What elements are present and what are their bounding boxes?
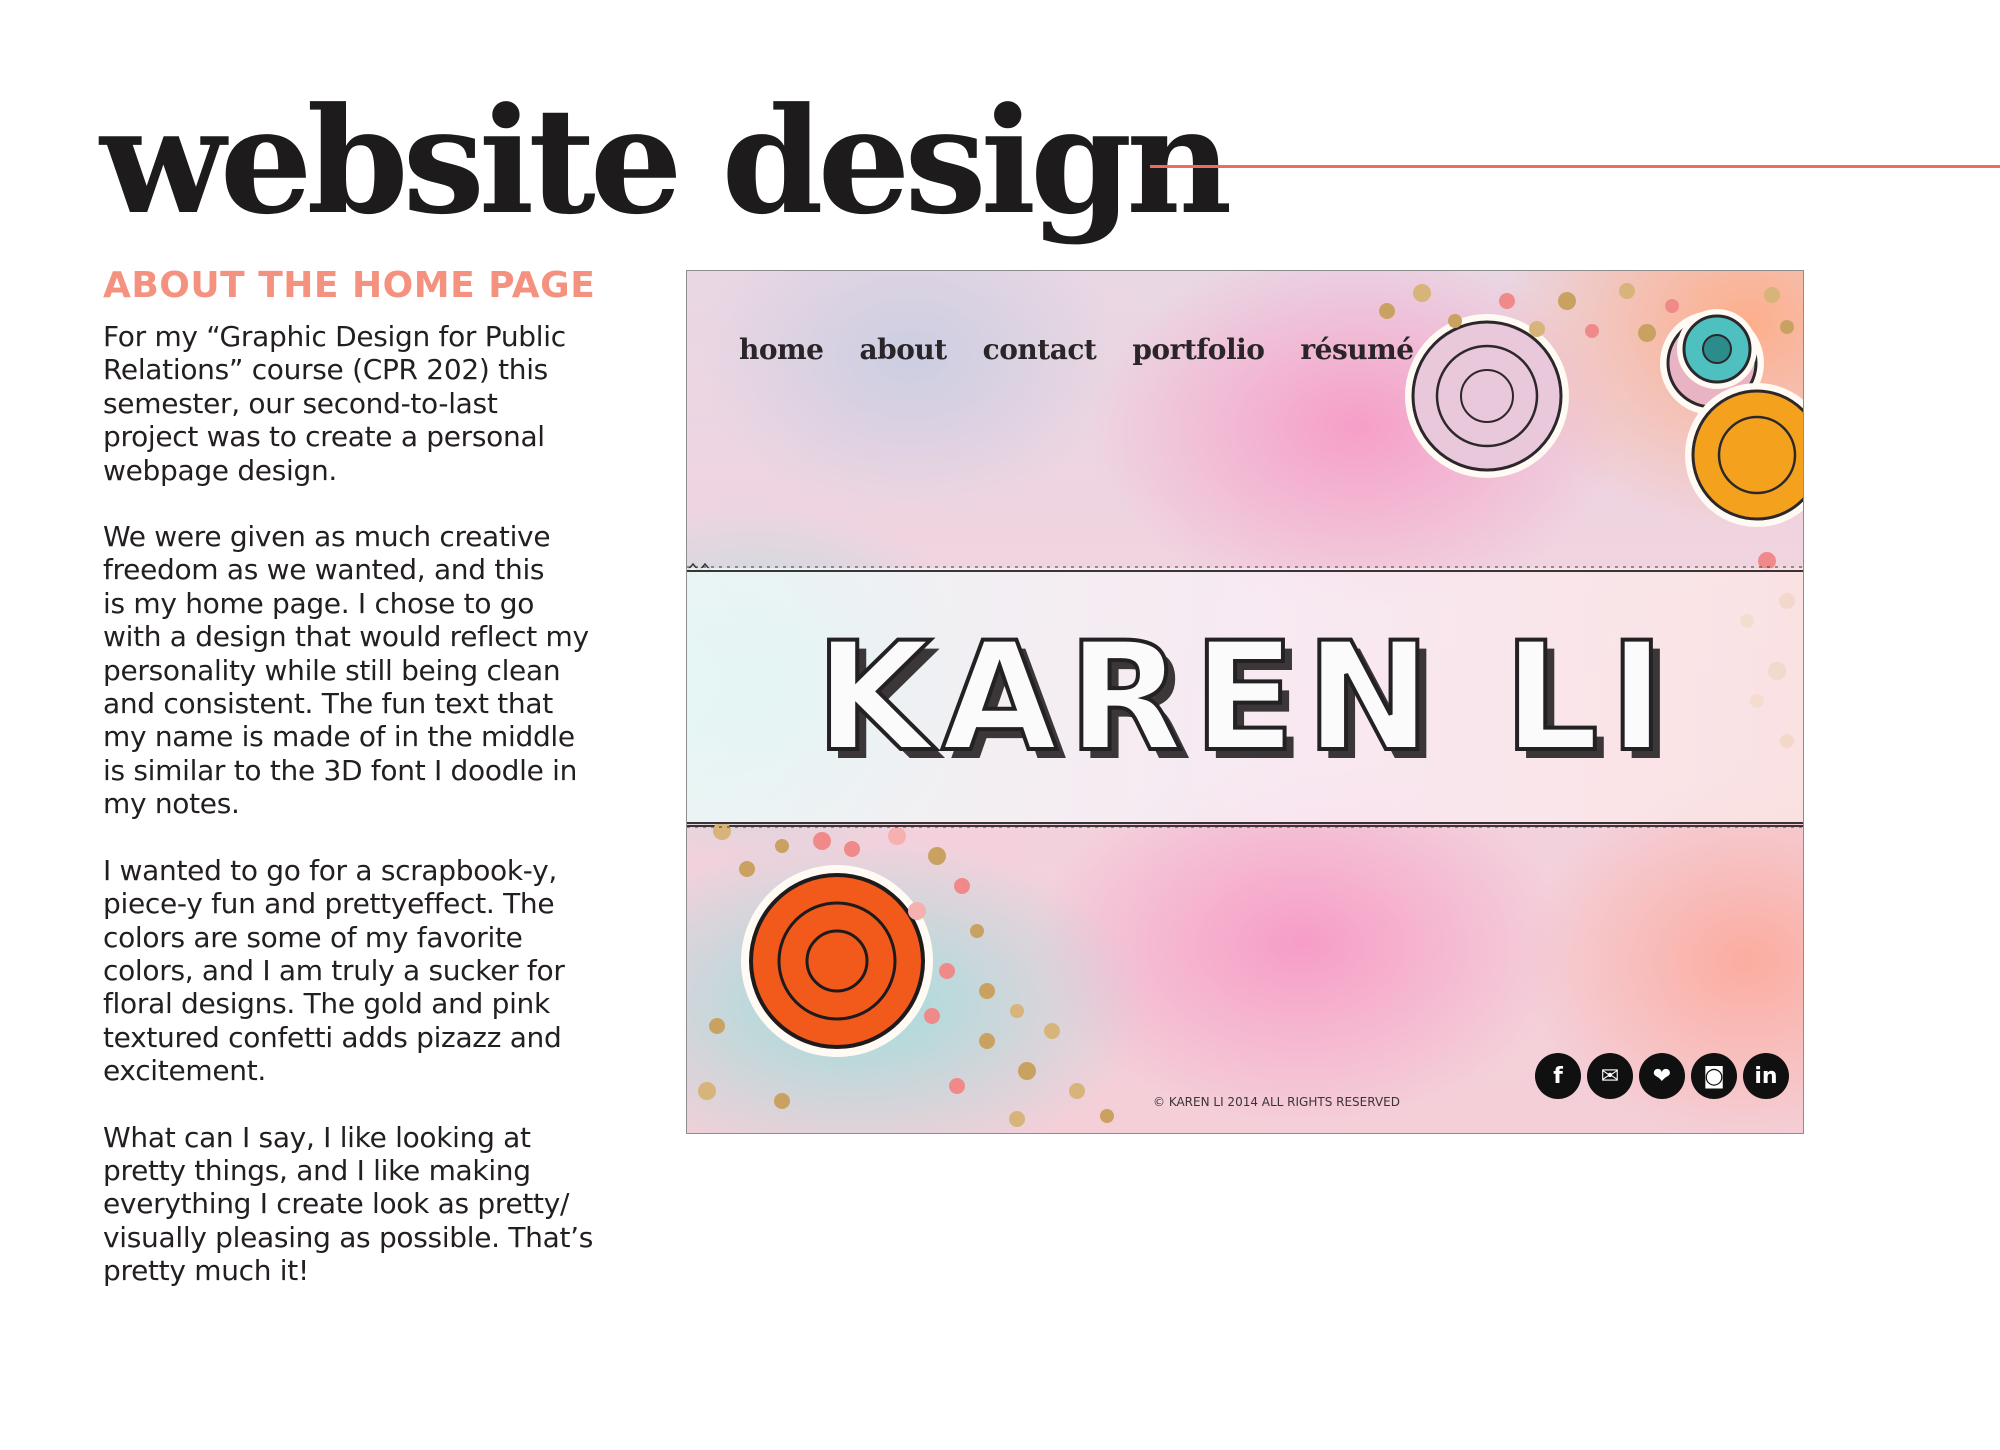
mockup-nav: home about contact portfolio résumé (739, 333, 1450, 367)
mockup-copyright: © KAREN LI 2014 ALL RIGHTS RESERVED (1153, 1095, 1400, 1109)
paragraph: For my “Graphic Design for Public Relati… (103, 320, 566, 487)
page-title: website design (100, 76, 1232, 247)
title-rule (1150, 165, 2000, 168)
section-heading: ABOUT THE HOME PAGE (103, 265, 596, 306)
website-mockup-image: home about contact portfolio résumé KARE… (686, 270, 1804, 1134)
instagram-icon: ◙ (1691, 1053, 1737, 1099)
mockup-name-logo: KAREN LI (813, 611, 1675, 785)
twitter-icon: ❤ (1639, 1053, 1685, 1099)
nav-resume: résumé (1300, 333, 1414, 366)
facebook-icon: f (1535, 1053, 1581, 1099)
email-icon: ✉ (1587, 1053, 1633, 1099)
nav-home: home (739, 333, 824, 366)
linkedin-icon: in (1743, 1053, 1789, 1099)
nav-portfolio: portfolio (1132, 333, 1265, 366)
nav-contact: contact (982, 333, 1097, 366)
nav-about: about (859, 333, 947, 366)
paragraph: What can I say, I like looking at pretty… (103, 1120, 594, 1288)
paragraph: I wanted to go for a scrapbook-y, piece-… (103, 853, 565, 1088)
body-copy: For my “Graphic Design for Public Relati… (103, 320, 643, 1321)
social-icons: f ✉ ❤ ◙ in (1535, 1053, 1795, 1099)
paragraph: We were given as much creative freedom a… (103, 520, 589, 821)
